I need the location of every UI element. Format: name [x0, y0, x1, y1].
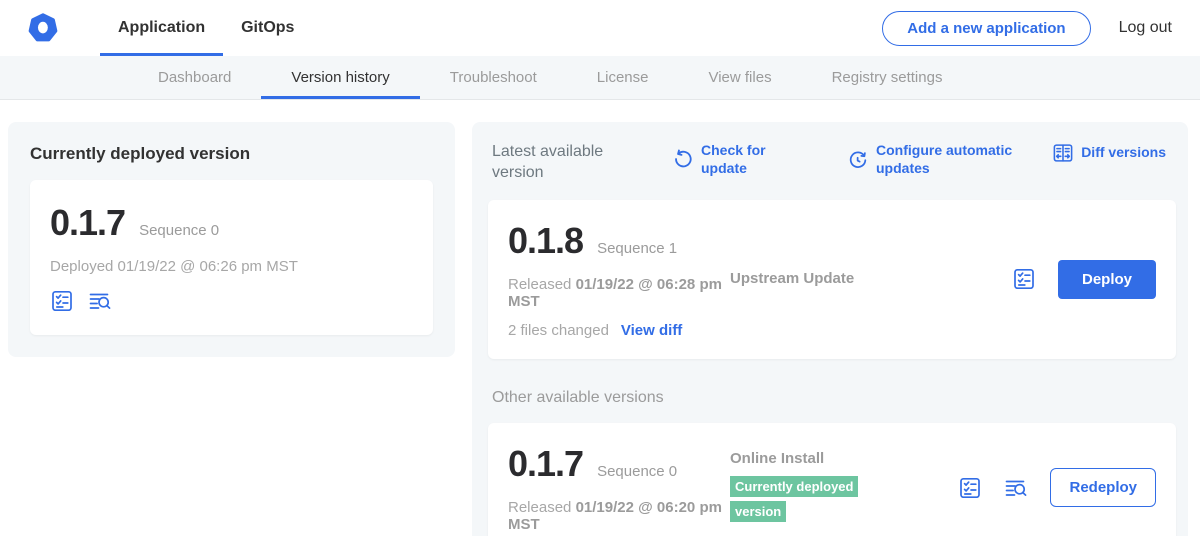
subnav-item-registry-settings[interactable]: Registry settings: [802, 56, 973, 99]
deploy-button[interactable]: Deploy: [1058, 260, 1156, 299]
currently-deployed-badge: Currently deployed version: [730, 476, 858, 522]
release-notes-checklist-icon[interactable]: [1012, 267, 1036, 291]
configure-automatic-updates-label: Configure automatic updates: [876, 142, 1016, 177]
view-logs-icon[interactable]: [88, 289, 112, 313]
files-changed-label: 2 files changed: [508, 322, 609, 339]
latest-source-label: Upstream Update: [730, 270, 854, 287]
check-for-update-button[interactable]: Check for update: [672, 142, 777, 177]
other-available-versions-title: Other available versions: [492, 389, 1172, 407]
auto-refresh-clock-icon: [847, 149, 869, 171]
deployed-sequence-label: Sequence 0: [139, 222, 219, 239]
other-released-timestamp: Released 01/19/22 @ 06:20 pm MST: [508, 499, 726, 533]
other-source-label: Online Install: [730, 450, 958, 467]
latest-sequence-label: Sequence 1: [597, 240, 677, 257]
configure-automatic-updates-button[interactable]: Configure automatic updates: [847, 142, 1016, 177]
other-version-number: 0.1.7: [508, 443, 583, 485]
deployed-version-number: 0.1.7: [50, 202, 125, 244]
view-logs-icon[interactable]: [1004, 476, 1028, 500]
deployed-timestamp: Deployed 01/19/22 @ 06:26 pm MST: [50, 258, 413, 275]
other-version-card: 0.1.7 Sequence 0 Released 01/19/22 @ 06:…: [488, 423, 1176, 536]
subnav-item-dashboard[interactable]: Dashboard: [128, 56, 261, 99]
latest-version-card: 0.1.8 Sequence 1 Released 01/19/22 @ 06:…: [488, 200, 1176, 359]
diff-versions-label: Diff versions: [1081, 144, 1166, 162]
currently-deployed-title: Currently deployed version: [30, 144, 433, 164]
release-notes-checklist-icon[interactable]: [50, 289, 74, 313]
app-logo-heptagon-icon: [28, 13, 58, 43]
subnav-item-version-history[interactable]: Version history: [261, 56, 419, 99]
latest-available-panel: Latest available version Check for updat…: [472, 122, 1188, 536]
app-logo[interactable]: [28, 0, 58, 56]
latest-available-title: Latest available version: [492, 142, 622, 184]
sub-navbar: Dashboard Version history Troubleshoot L…: [0, 56, 1200, 100]
redeploy-button[interactable]: Redeploy: [1050, 468, 1156, 507]
top-navbar: Application GitOps Add a new application…: [0, 0, 1200, 56]
view-diff-link[interactable]: View diff: [621, 322, 682, 339]
currently-deployed-panel: Currently deployed version 0.1.7 Sequenc…: [8, 122, 455, 357]
logout-link[interactable]: Log out: [1119, 19, 1172, 37]
release-notes-checklist-icon[interactable]: [958, 476, 982, 500]
main-content: Currently deployed version 0.1.7 Sequenc…: [0, 100, 1200, 536]
other-sequence-label: Sequence 0: [597, 463, 677, 480]
deployed-version-card: 0.1.7 Sequence 0 Deployed 01/19/22 @ 06:…: [30, 180, 433, 335]
subnav-item-license[interactable]: License: [567, 56, 679, 99]
check-for-update-label: Check for update: [701, 142, 777, 177]
subnav-item-troubleshoot[interactable]: Troubleshoot: [420, 56, 567, 99]
refresh-icon: [672, 149, 694, 171]
tab-application[interactable]: Application: [100, 0, 223, 56]
topnav-tabs: Application GitOps: [100, 0, 312, 56]
diff-table-icon: [1052, 142, 1074, 164]
latest-released-timestamp: Released 01/19/22 @ 06:28 pm MST: [508, 276, 726, 310]
latest-version-number: 0.1.8: [508, 220, 583, 262]
tab-gitops[interactable]: GitOps: [223, 0, 312, 56]
subnav-item-view-files[interactable]: View files: [678, 56, 801, 99]
add-application-button[interactable]: Add a new application: [882, 11, 1090, 46]
diff-versions-button[interactable]: Diff versions: [1052, 142, 1166, 164]
